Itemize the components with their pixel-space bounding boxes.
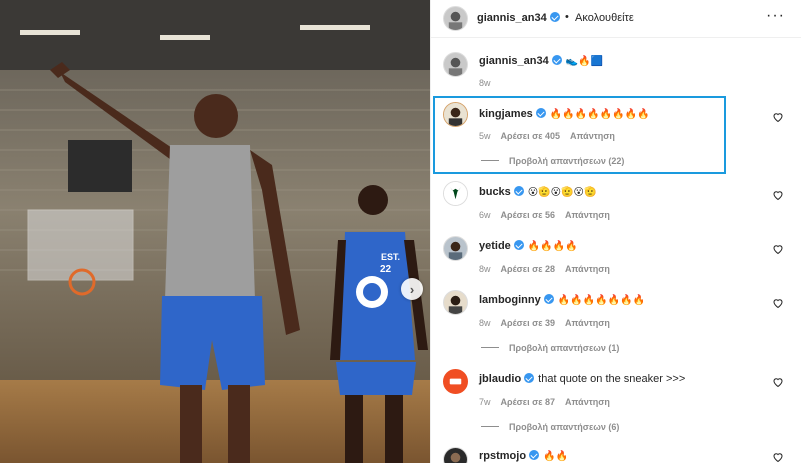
next-photo-button[interactable]: ›	[401, 278, 423, 300]
comment-text: 🔥🔥🔥🔥🔥🔥🔥🔥	[549, 109, 650, 120]
comment-avatar-rpstmojo[interactable]	[443, 447, 468, 463]
comment-line-jblaudio: jblaudio that quote on the sneaker >>>	[479, 373, 685, 385]
comment-username[interactable]: bucks	[479, 186, 511, 198]
reply-button[interactable]: Απάντηση	[565, 397, 610, 407]
comment-username[interactable]: lamboginny	[479, 294, 541, 306]
comment-likes[interactable]: Αρέσει σε 405	[501, 131, 561, 141]
comment-likes[interactable]: Αρέσει σε 87	[501, 397, 556, 407]
comment-likes[interactable]: Αρέσει σε 28	[501, 264, 556, 274]
comment-username[interactable]: jblaudio	[479, 373, 521, 385]
comment-line-bucks: bucks 😮🫡😮🫡😮🫡	[479, 186, 596, 198]
reply-button[interactable]: Απάντηση	[565, 210, 610, 220]
header-username[interactable]: giannis_an34	[477, 12, 560, 24]
comment-likes[interactable]: Αρέσει σε 39	[501, 318, 556, 328]
comment-username[interactable]: rpstmojo	[479, 450, 526, 462]
comment-likes[interactable]: Αρέσει σε 56	[501, 210, 556, 220]
reply-button[interactable]: Απάντηση	[565, 318, 610, 328]
replies-divider	[481, 160, 499, 161]
verified-badge-icon	[535, 108, 546, 118]
basketball-photo: EST. 22	[0, 0, 430, 463]
comment-meta: 6w Αρέσει σε 56 Απάντηση	[479, 210, 620, 220]
like-heart-icon[interactable]	[772, 189, 784, 201]
comment-age: 6w	[479, 210, 491, 220]
like-heart-icon[interactable]	[772, 243, 784, 255]
comment-username[interactable]: yetide	[479, 240, 511, 252]
comment-text: 🔥🔥	[543, 451, 568, 462]
more-icon[interactable]: ···	[766, 7, 785, 25]
caption-line: giannis_an34 👟🔥🟦	[479, 55, 603, 67]
comment-meta: 5w Αρέσει σε 405 Απάντηση	[479, 131, 625, 141]
comment-avatar-jblaudio[interactable]	[443, 369, 468, 394]
header-avatar[interactable]	[443, 6, 468, 31]
like-heart-icon[interactable]	[772, 297, 784, 309]
comment-avatar-bucks[interactable]	[443, 181, 468, 206]
comment-text: 😮🫡😮🫡😮🫡	[527, 187, 597, 198]
comment-age: 8w	[479, 264, 491, 274]
verified-badge-icon	[549, 12, 560, 22]
replies-divider	[481, 426, 499, 427]
comment-age: 7w	[479, 397, 491, 407]
comment-avatar-kingjames[interactable]	[443, 102, 468, 127]
like-heart-icon[interactable]	[772, 111, 784, 123]
caption-username[interactable]: giannis_an34	[479, 55, 549, 67]
chevron-right-icon: ›	[409, 281, 415, 297]
comment-text: 🔥🔥🔥🔥🔥🔥🔥	[557, 295, 645, 306]
verified-badge-icon	[543, 294, 554, 304]
verified-badge-icon	[513, 186, 524, 196]
verified-badge-icon	[524, 373, 535, 383]
verified-badge-icon	[551, 55, 562, 65]
post-header: giannis_an34 • Ακολουθείτε ···	[431, 0, 801, 38]
comment-username[interactable]: kingjames	[479, 108, 533, 120]
comment-avatar-lamboginny[interactable]	[443, 290, 468, 315]
jersey-number: 22	[380, 264, 392, 275]
comment-line-kingjames: kingjames 🔥🔥🔥🔥🔥🔥🔥🔥	[479, 108, 649, 120]
like-heart-icon[interactable]	[772, 451, 784, 463]
comments-panel: giannis_an34 • Ακολουθείτε ··· giannis_a…	[430, 0, 801, 463]
replies-divider	[481, 347, 499, 348]
jersey-est-text: EST.	[381, 252, 400, 262]
comment-meta: 7w Αρέσει σε 87 Απάντηση	[479, 397, 620, 407]
comment-avatar-yetide[interactable]	[443, 236, 468, 261]
comment-line-rpstmojo: rpstmojo 🔥🔥	[479, 450, 568, 462]
following-button[interactable]: Ακολουθείτε	[575, 12, 634, 24]
comment-line-lamboginny: lamboginny 🔥🔥🔥🔥🔥🔥🔥	[479, 294, 645, 306]
comment-text: that quote on the sneaker >>>	[538, 373, 686, 385]
caption-age: 8w	[479, 78, 491, 88]
caption-text: 👟🔥🟦	[565, 56, 604, 67]
verified-badge-icon	[513, 240, 524, 250]
comment-line-yetide: yetide 🔥🔥🔥🔥	[479, 240, 578, 252]
verified-badge-icon	[529, 450, 540, 460]
post-photo[interactable]: EST. 22 ›	[0, 0, 430, 463]
comment-meta: 8w Αρέσει σε 39 Απάντηση	[479, 318, 620, 328]
comment-text: 🔥🔥🔥🔥	[527, 241, 578, 252]
view-replies-button[interactable]: Προβολή απαντήσεων (6)	[481, 422, 619, 432]
comment-age: 5w	[479, 131, 491, 141]
comment-age: 8w	[479, 318, 491, 328]
view-replies-button[interactable]: Προβολή απαντήσεων (22)	[481, 156, 624, 166]
view-replies-button[interactable]: Προβολή απαντήσεων (1)	[481, 343, 619, 353]
reply-button[interactable]: Απάντηση	[565, 264, 610, 274]
reply-button[interactable]: Απάντηση	[570, 131, 615, 141]
comment-meta: 8w Αρέσει σε 28 Απάντηση	[479, 264, 620, 274]
caption-avatar[interactable]	[443, 52, 468, 77]
header-separator: •	[565, 11, 569, 23]
like-heart-icon[interactable]	[772, 376, 784, 388]
